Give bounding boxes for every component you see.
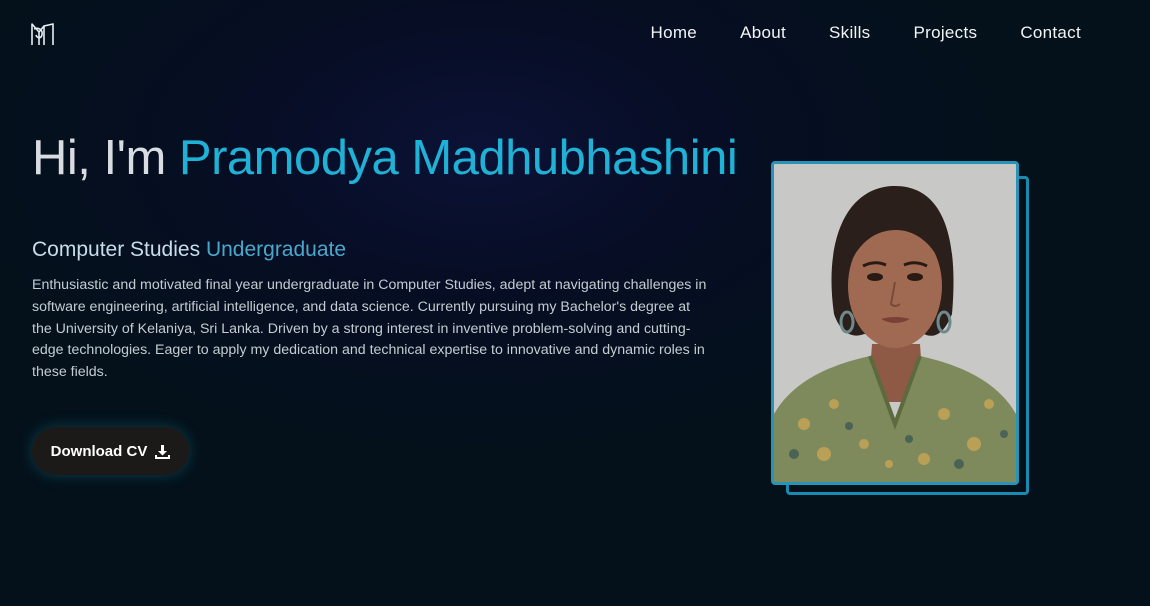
nav-contact[interactable]: Contact bbox=[1020, 23, 1081, 43]
hero-title: Hi, I'm Pramodya Madhubhashini bbox=[32, 130, 738, 186]
profile-photo-illustration bbox=[774, 164, 1016, 482]
subtitle-part2: Undergraduate bbox=[205, 238, 347, 261]
main-nav: Home About Skills Projects Contact bbox=[608, 23, 1081, 43]
nav-skills[interactable]: Skills bbox=[829, 23, 870, 43]
logo-icon[interactable] bbox=[30, 21, 56, 47]
nav-home[interactable]: Home bbox=[651, 23, 698, 43]
nav-about[interactable]: About bbox=[740, 23, 786, 43]
download-cv-button[interactable]: Download CV bbox=[32, 427, 189, 475]
bio-paragraph: Enthusiastic and motivated final year un… bbox=[32, 277, 707, 381]
download-cv-label: Download CV bbox=[50, 442, 148, 460]
hero-subtitle: Computer Studies Undergraduate bbox=[32, 238, 346, 262]
hero-greeting: Hi, I'm bbox=[32, 131, 166, 185]
hero-name: Pramodya Madhubhashini bbox=[178, 131, 738, 185]
nav-projects[interactable]: Projects bbox=[914, 23, 978, 43]
profile-photo bbox=[771, 161, 1019, 485]
subtitle-part1: Computer Studies bbox=[32, 238, 201, 261]
download-icon bbox=[155, 444, 171, 459]
